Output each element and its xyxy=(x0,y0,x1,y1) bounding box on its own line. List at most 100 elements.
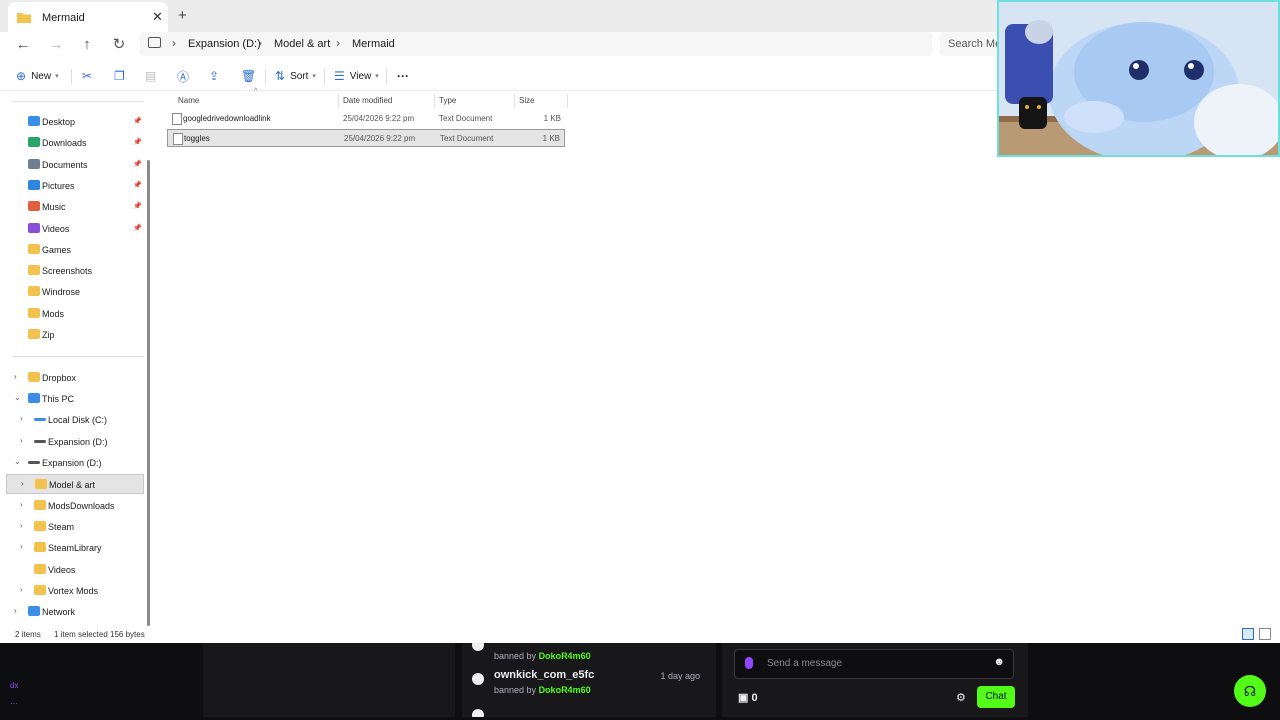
rename-button[interactable]: Ⓐ xyxy=(177,66,194,86)
navigation-pane: Desktop 📌 Downloads 📌 Documents 📌 Pictures 📌 Mus… xyxy=(6,90,152,626)
tree-item-model-art[interactable]: › Model & art xyxy=(6,474,144,494)
tree-item-local-disk-c-[interactable]: › Local Disk (C:) xyxy=(6,410,144,430)
close-tab-icon[interactable]: ✕ xyxy=(152,9,163,25)
forward-icon[interactable]: → xyxy=(46,35,66,55)
nav-item-screenshots[interactable]: Screenshots xyxy=(6,261,144,281)
tiles-view-button[interactable] xyxy=(1259,628,1271,640)
chevron-right-icon[interactable]: › xyxy=(14,606,17,615)
chevron-right-icon[interactable]: › xyxy=(20,436,23,445)
tree-item-this-pc[interactable]: ⌄ This PC xyxy=(6,389,144,409)
folder-icon xyxy=(28,329,40,339)
file-type: Text Document xyxy=(439,114,493,123)
tree-item-modsdownloads[interactable]: › ModsDownloads xyxy=(6,496,144,516)
nav-scrollbar[interactable] xyxy=(147,160,150,626)
side-rail: dx ··· xyxy=(0,643,200,720)
document-icon xyxy=(28,158,40,169)
view-button[interactable]: ☰ View ▾ xyxy=(334,66,379,86)
column-divider[interactable] xyxy=(434,94,435,108)
tree-item-expansion-d-[interactable]: ⌄ Expansion (D:) xyxy=(6,453,144,473)
chevron-right-icon[interactable]: › xyxy=(14,372,17,381)
tab-mermaid[interactable]: Mermaid ✕ xyxy=(8,2,168,32)
column-divider[interactable] xyxy=(338,94,339,108)
new-tab-button[interactable]: + xyxy=(178,7,187,24)
chevron-right-icon[interactable]: › xyxy=(20,585,23,594)
music-icon xyxy=(28,201,40,212)
tree-item-videos[interactable]: Videos xyxy=(6,560,144,580)
nav-item-documents[interactable]: Documents 📌 xyxy=(6,155,144,175)
chevron-right-icon[interactable]: › xyxy=(21,479,24,488)
nav-divider xyxy=(12,356,144,357)
tree-item-network[interactable]: › Network xyxy=(6,602,144,622)
gear-icon[interactable]: ⚙ xyxy=(956,691,966,704)
more-options-button[interactable]: ··· xyxy=(397,66,409,86)
details-view-button[interactable] xyxy=(1242,628,1254,640)
emote-icon[interactable]: ☻ xyxy=(993,656,1005,668)
up-icon[interactable]: ↑ xyxy=(77,35,97,55)
pin-icon[interactable]: 📌 xyxy=(133,224,142,232)
column-type[interactable]: Type xyxy=(439,96,456,105)
nav-item-windrose[interactable]: Windrose xyxy=(6,282,144,302)
tree-item-steam[interactable]: › Steam xyxy=(6,517,144,537)
cut-button[interactable]: ✂ xyxy=(82,66,97,86)
nav-item-games[interactable]: Games xyxy=(6,240,144,260)
nav-item-zip[interactable]: Zip xyxy=(6,325,144,345)
pin-icon[interactable]: 📌 xyxy=(133,181,142,189)
column-date-modified[interactable]: Date modified xyxy=(343,96,392,105)
back-icon[interactable]: ← xyxy=(13,35,33,55)
nav-item-label: Pictures xyxy=(42,180,75,191)
tree-item-steamlibrary[interactable]: › SteamLibrary xyxy=(6,538,144,558)
delete-button[interactable]: 🗑 xyxy=(241,66,261,86)
chevron-down-icon[interactable]: ⌄ xyxy=(14,393,21,402)
chevron-down-icon[interactable]: ⌄ xyxy=(14,457,21,466)
support-icon[interactable]: ☊ xyxy=(1234,675,1266,707)
column-divider[interactable] xyxy=(514,94,515,108)
mic-icon[interactable] xyxy=(745,657,753,669)
folder-icon xyxy=(28,243,40,254)
pin-icon[interactable]: 📌 xyxy=(133,202,142,210)
sort-up-icon: ^ xyxy=(254,88,258,95)
nav-item-videos[interactable]: Videos 📌 xyxy=(6,219,144,239)
file-row[interactable]: toggles 25/04/2026 9:22 pm Text Document 1 … xyxy=(167,129,565,147)
column-name[interactable]: Name xyxy=(178,96,199,105)
address-bar[interactable]: › Expansion (D:) › Model & art › Mermaid xyxy=(140,32,932,56)
share-button[interactable]: ⇪ xyxy=(209,66,224,86)
breadcrumb-mermaid[interactable]: Mermaid xyxy=(352,38,395,50)
pin-icon[interactable]: 📌 xyxy=(133,117,142,125)
paste-button[interactable]: ▤ xyxy=(145,66,161,86)
side-rail-more[interactable]: ··· xyxy=(10,699,18,708)
channel-points[interactable]: ▣ 0 xyxy=(738,691,758,704)
nav-item-label: Windrose xyxy=(42,287,81,298)
tree-item-expansion-d-[interactable]: › Expansion (D:) xyxy=(6,432,144,452)
breadcrumb-drive[interactable]: Expansion (D:) xyxy=(188,38,261,50)
nav-item-downloads[interactable]: Downloads 📌 xyxy=(6,133,144,153)
tree-item-dropbox[interactable]: › Dropbox xyxy=(6,368,144,388)
column-divider[interactable] xyxy=(567,94,568,108)
chat-message-input[interactable]: Send a message ☻ xyxy=(734,649,1014,679)
pin-icon[interactable]: 📌 xyxy=(133,138,142,146)
text-file-icon xyxy=(173,133,183,145)
tree-item-label: SteamLibrary xyxy=(48,543,102,553)
tree-item-vortex-mods[interactable]: › Vortex Mods xyxy=(6,581,144,601)
banned-username[interactable]: ownkick_com_e5fc xyxy=(494,669,594,681)
nav-item-music[interactable]: Music 📌 xyxy=(6,197,144,217)
pin-icon[interactable]: 📌 xyxy=(133,160,142,168)
chevron-right-icon[interactable]: › xyxy=(20,542,23,551)
breadcrumb-model-art[interactable]: Model & art xyxy=(274,38,330,50)
column-size[interactable]: Size xyxy=(519,96,535,105)
side-rail-label[interactable]: dx xyxy=(10,681,18,690)
chevron-right-icon[interactable]: › xyxy=(20,500,23,509)
file-row[interactable]: googledrivedownloadlink 25/04/2026 9:22 p… xyxy=(167,110,565,128)
tree-item-label: Expansion (D:) xyxy=(48,437,108,447)
folder-icon xyxy=(34,500,46,510)
new-button[interactable]: ⊕ New ▾ xyxy=(16,66,59,86)
chevron-right-icon[interactable]: › xyxy=(20,414,23,423)
chevron-right-icon[interactable]: › xyxy=(20,521,23,530)
chat-send-button[interactable]: Chat xyxy=(977,686,1015,708)
copy-button[interactable]: ❐ xyxy=(114,66,130,86)
nav-item-pictures[interactable]: Pictures 📌 xyxy=(6,176,144,196)
points-value: 0 xyxy=(751,692,758,704)
nav-item-mods[interactable]: Mods xyxy=(6,304,144,324)
sort-button[interactable]: ⇅ Sort ▾ xyxy=(275,66,316,86)
nav-item-desktop[interactable]: Desktop 📌 xyxy=(6,112,144,132)
refresh-icon[interactable]: ↻ xyxy=(109,35,129,55)
